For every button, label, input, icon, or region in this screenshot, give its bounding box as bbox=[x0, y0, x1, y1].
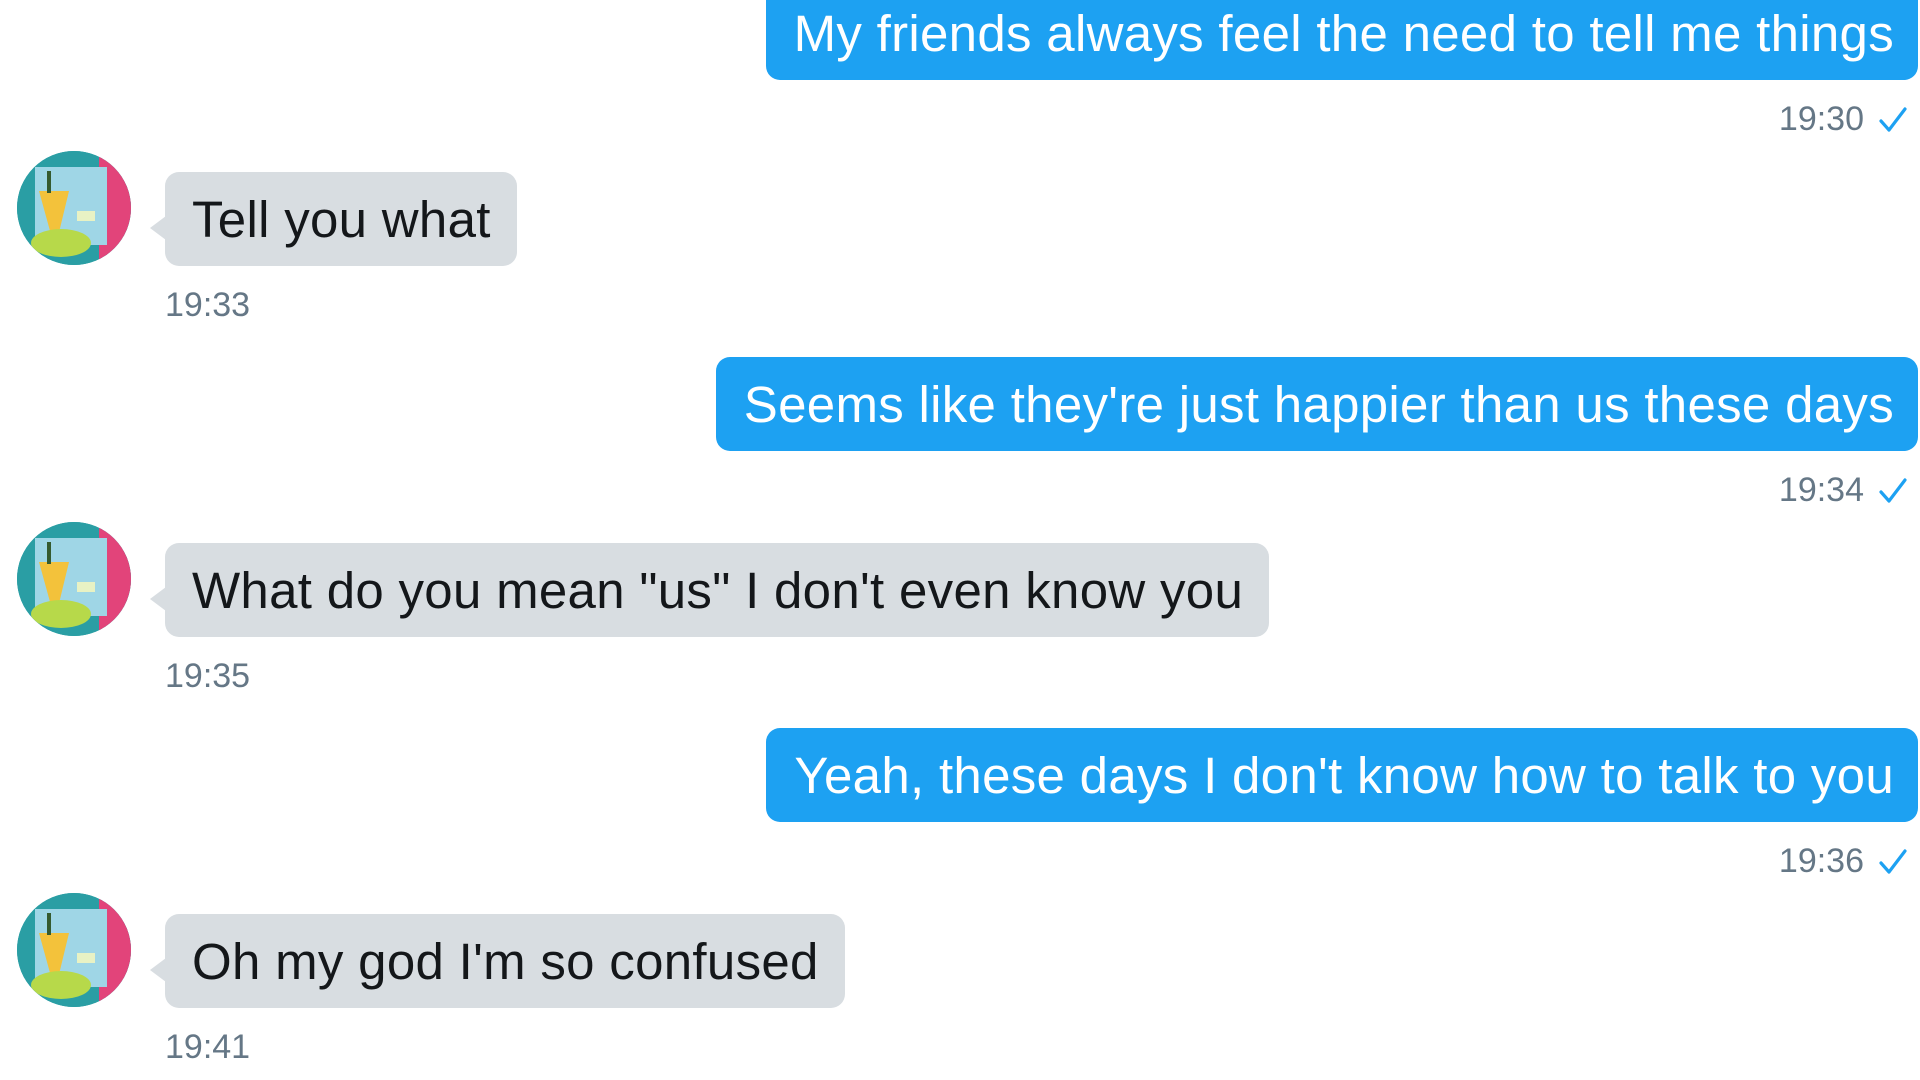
check-icon bbox=[1879, 477, 1907, 503]
message-text: Yeah, these days I don't know how to tal… bbox=[794, 746, 1894, 804]
message-timestamp: 19:41 bbox=[165, 1028, 251, 1066]
received-message-bubble[interactable]: What do you mean "us" I don't even know … bbox=[149, 543, 1270, 637]
received-message-bubble[interactable]: Oh my god I'm so confused bbox=[150, 914, 845, 1008]
message-text: Oh my god I'm so confused bbox=[192, 932, 819, 990]
timestamp-text: 19:34 bbox=[1778, 471, 1864, 509]
avatar[interactable] bbox=[17, 522, 131, 636]
message-text: Seems like they're just happier than us … bbox=[743, 375, 1894, 433]
sent-message-bubble[interactable]: My friends always feel the need to tell … bbox=[765, 0, 1918, 80]
sent-message-bubble[interactable]: Seems like they're just happier than us … bbox=[715, 357, 1918, 451]
check-icon bbox=[1879, 106, 1907, 132]
message-timestamp: 19:34 bbox=[1779, 471, 1908, 510]
conversation-thread: My friends always feel the need to tell … bbox=[0, 0, 1920, 1080]
avatar-image bbox=[17, 151, 131, 265]
check-icon bbox=[1879, 848, 1907, 874]
avatar[interactable] bbox=[17, 893, 131, 1007]
message-timestamp: 19:36 bbox=[1779, 842, 1908, 881]
avatar-image bbox=[17, 893, 131, 1007]
message-text: My friends always feel the need to tell … bbox=[793, 4, 1894, 62]
avatar[interactable] bbox=[17, 151, 131, 265]
sent-message-bubble[interactable]: Yeah, these days I don't know how to tal… bbox=[766, 728, 1918, 822]
message-text: Tell you what bbox=[192, 190, 491, 248]
message-timestamp: 19:33 bbox=[165, 286, 251, 324]
message-timestamp: 19:30 bbox=[1779, 100, 1908, 139]
message-timestamp: 19:35 bbox=[165, 657, 251, 695]
message-text: What do you mean "us" I don't even know … bbox=[192, 561, 1244, 619]
timestamp-text: 19:30 bbox=[1778, 100, 1864, 138]
timestamp-text: 19:36 bbox=[1778, 842, 1864, 880]
avatar-image bbox=[17, 522, 131, 636]
received-message-bubble[interactable]: Tell you what bbox=[150, 172, 517, 266]
